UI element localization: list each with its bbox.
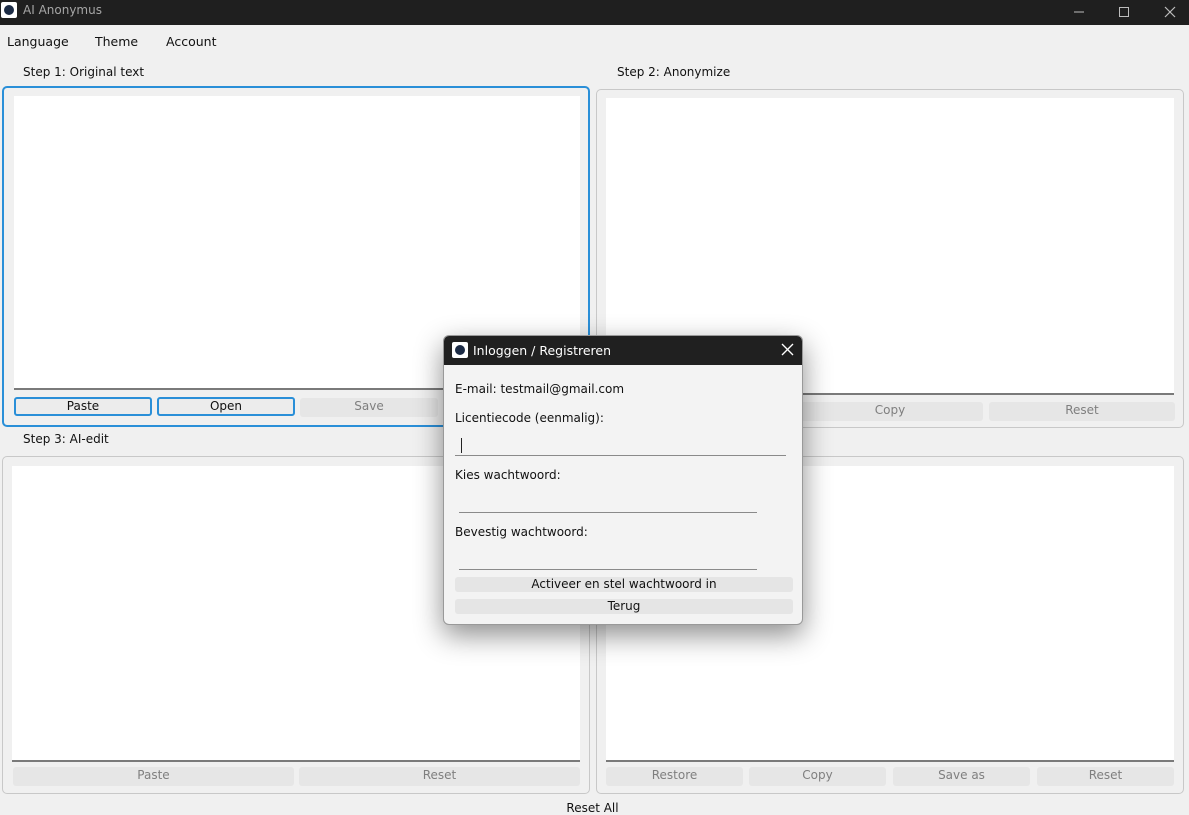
step2-reset-button[interactable]: Reset — [989, 402, 1175, 421]
password-label: Kies wachtwoord: — [455, 468, 561, 482]
confirm-password-label: Bevestig wachtwoord: — [455, 525, 588, 539]
dialog-close-icon[interactable] — [781, 343, 794, 356]
step1-open-button[interactable]: Open — [157, 397, 295, 416]
step2-copy-button[interactable]: Copy — [797, 402, 983, 421]
close-button[interactable] — [1147, 0, 1189, 25]
reset-all-button[interactable]: Reset All — [555, 801, 630, 815]
step3-paste-button[interactable]: Paste — [13, 767, 294, 786]
menu-language[interactable]: Language — [7, 34, 69, 49]
minimize-button[interactable] — [1056, 0, 1102, 25]
step3-reset-button[interactable]: Reset — [299, 767, 580, 786]
step4-save-as-button[interactable]: Save as — [893, 767, 1030, 786]
dialog-logo-icon — [452, 342, 468, 358]
password-input[interactable] — [459, 493, 757, 513]
step1-paste-button[interactable]: Paste — [14, 397, 152, 416]
back-button[interactable]: Terug — [455, 599, 793, 614]
window-title: AI Anonymus — [23, 3, 102, 17]
maximize-icon — [1119, 7, 1129, 17]
menu-bar: Language Theme Account — [0, 30, 400, 52]
email-label: E-mail: testmail@gmail.com — [455, 382, 625, 396]
step4-restore-button[interactable]: Restore — [606, 767, 743, 786]
title-bar: AI Anonymus — [0, 0, 1189, 25]
step4-copy-button[interactable]: Copy — [749, 767, 886, 786]
dialog-title-bar: Inloggen / Registreren — [444, 336, 802, 365]
step2-label: Step 2: Anonymize — [617, 65, 731, 79]
app-logo-icon — [1, 2, 17, 18]
activate-button[interactable]: Activeer en stel wachtwoord in — [455, 577, 793, 592]
login-dialog: Inloggen / Registreren E-mail: testmail@… — [443, 335, 803, 625]
dialog-title: Inloggen / Registreren — [473, 343, 612, 358]
menu-theme[interactable]: Theme — [95, 34, 138, 49]
menu-account[interactable]: Account — [166, 34, 216, 49]
close-icon — [1164, 6, 1176, 18]
maximize-button[interactable] — [1101, 0, 1147, 25]
license-code-label: Licentiecode (eenmalig): — [455, 411, 604, 425]
text-caret — [461, 438, 462, 453]
step1-save-button[interactable]: Save — [300, 398, 438, 417]
license-code-input[interactable] — [455, 436, 786, 456]
step3-label: Step 3: AI-edit — [23, 432, 109, 446]
confirm-password-input[interactable] — [459, 550, 757, 570]
step1-label: Step 1: Original text — [23, 65, 145, 79]
step4-reset-button[interactable]: Reset — [1037, 767, 1174, 786]
minimize-icon — [1074, 11, 1084, 13]
